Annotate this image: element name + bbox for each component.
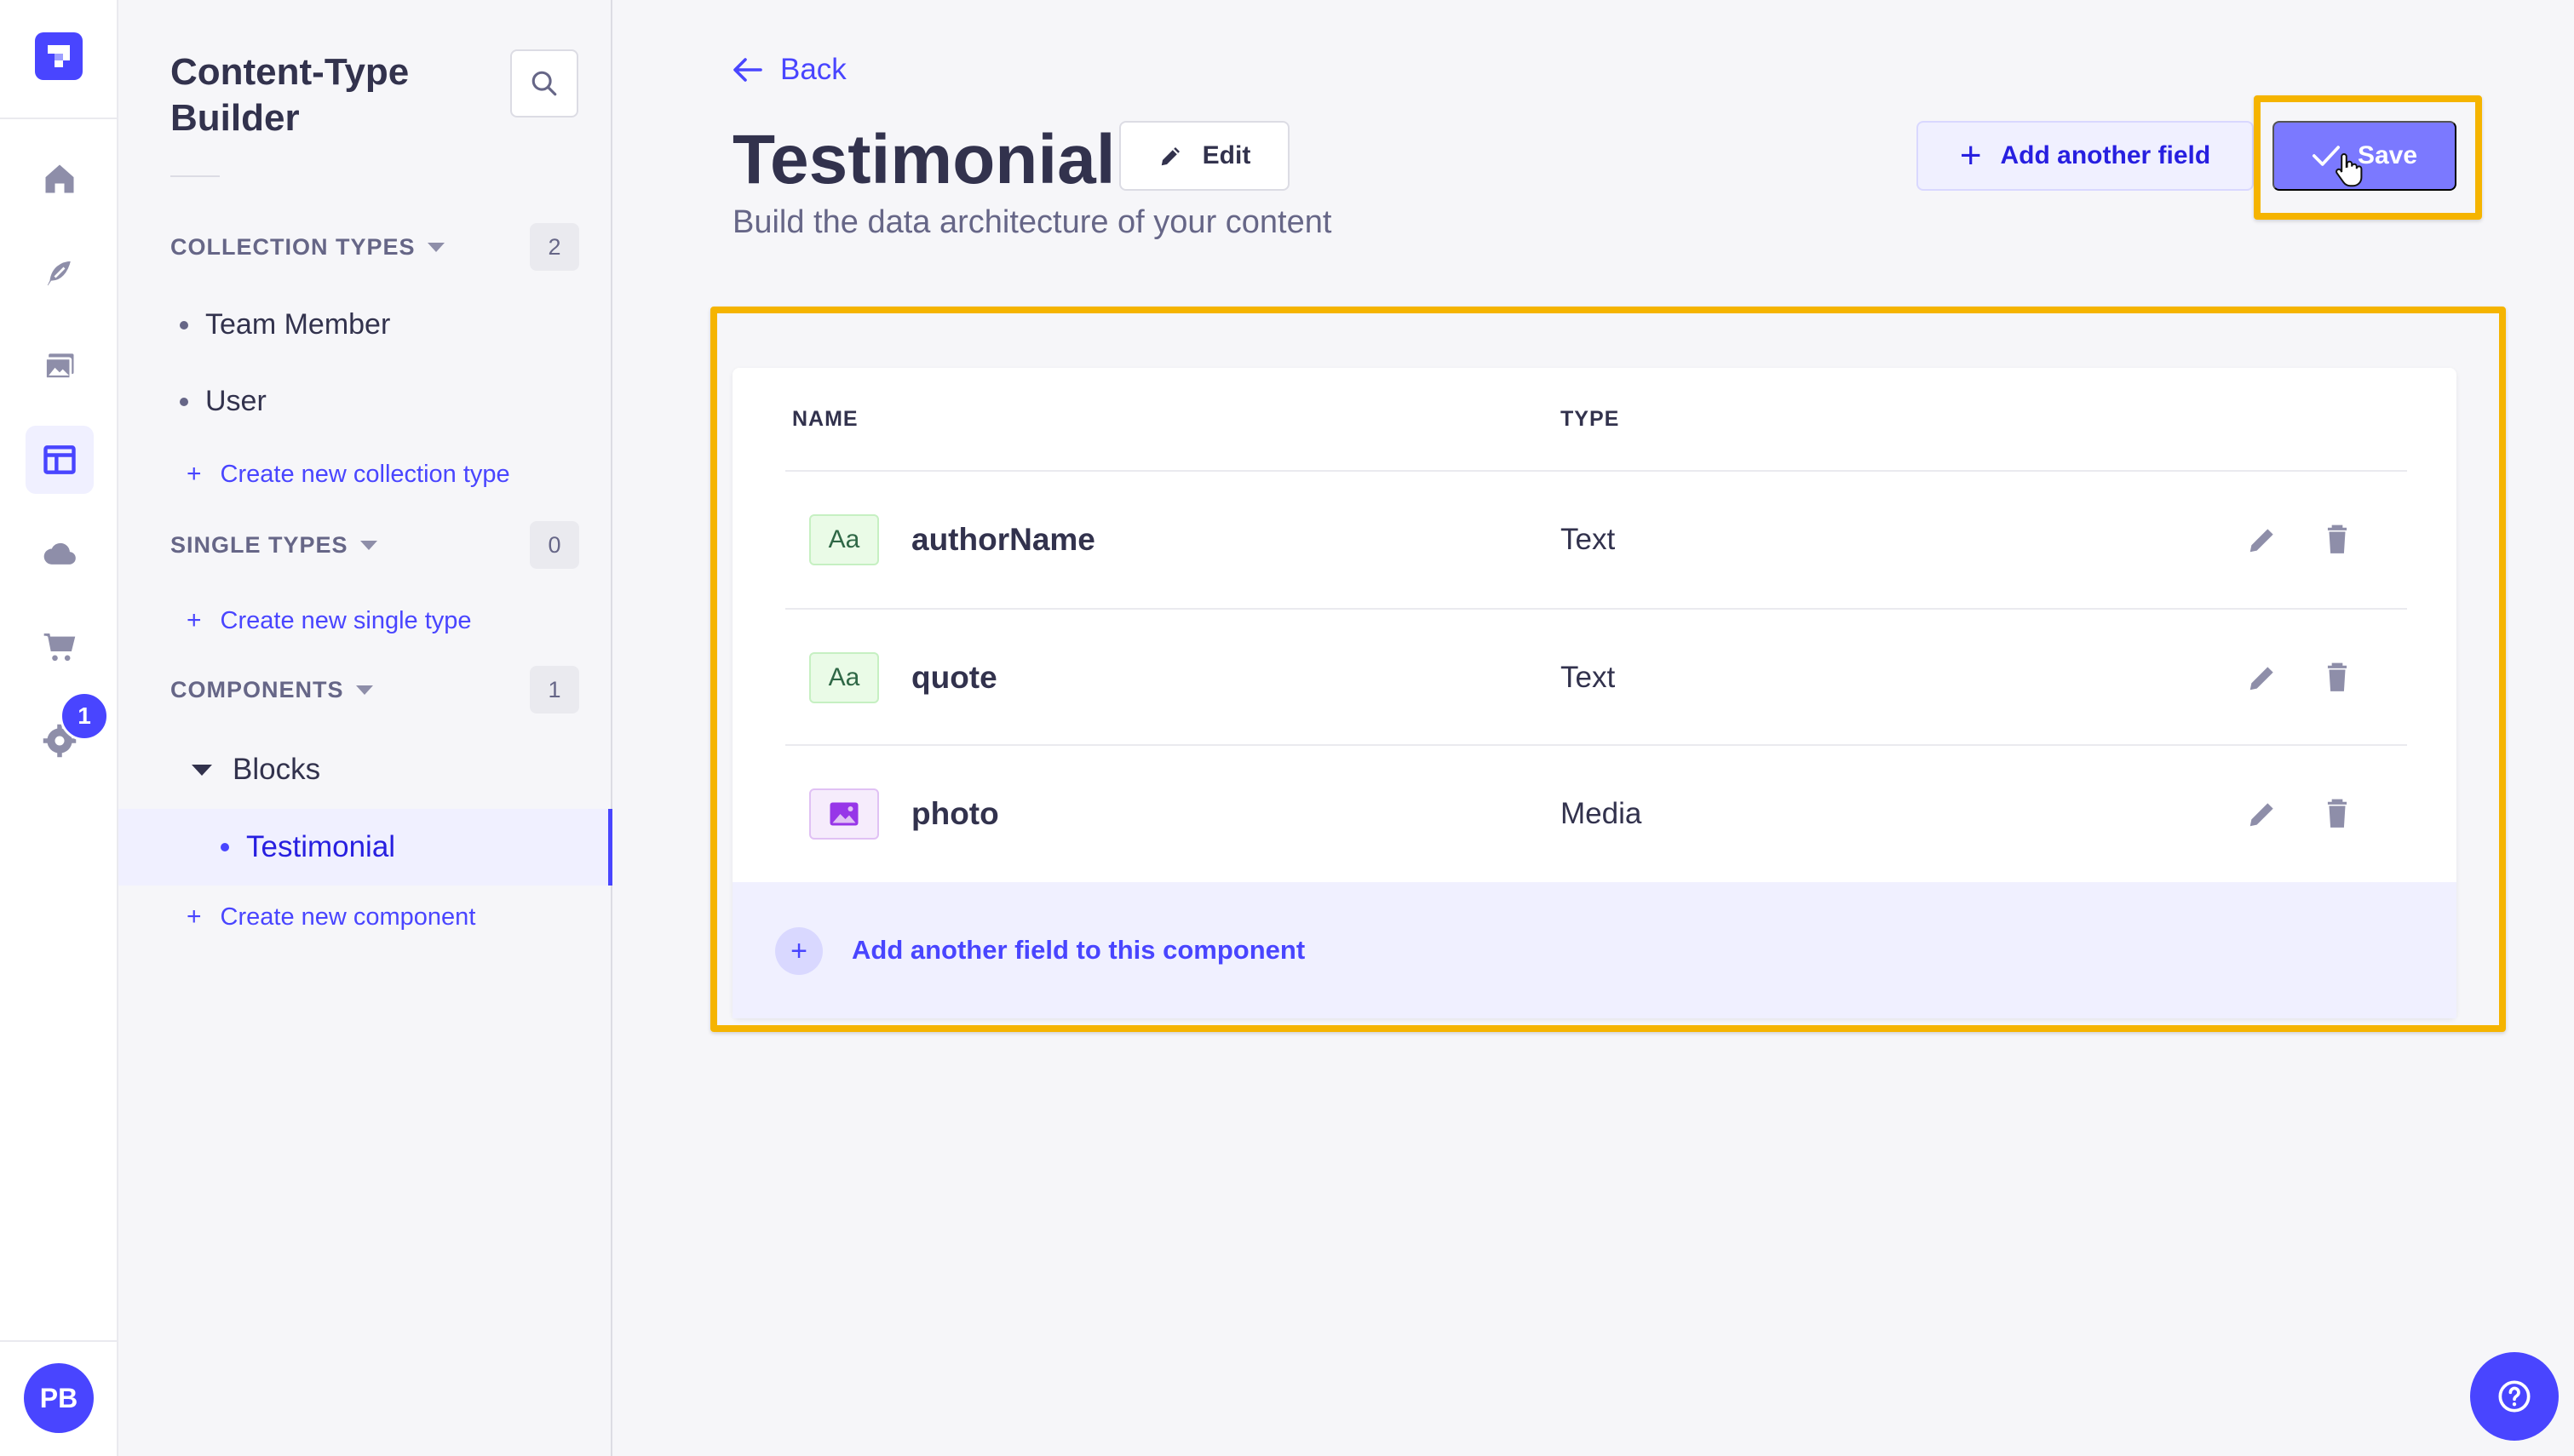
feather-icon[interactable] xyxy=(0,238,118,307)
question-icon xyxy=(2498,1380,2531,1413)
component-item-testimonial[interactable]: Testimonial xyxy=(118,809,612,886)
edit-field-pencil-icon[interactable] xyxy=(2242,794,2283,834)
arrow-left-icon xyxy=(733,58,762,82)
help-button[interactable] xyxy=(2470,1352,2559,1441)
cloud-icon[interactable] xyxy=(0,519,118,588)
count-badge: 1 xyxy=(530,666,579,714)
text-field-icon: Aa xyxy=(809,514,879,565)
add-field-label: Add another field xyxy=(2000,141,2211,169)
caret-down-icon xyxy=(427,242,445,252)
user-avatar[interactable]: PB xyxy=(24,1363,94,1433)
rail-divider xyxy=(0,1340,118,1342)
field-name: authorName xyxy=(911,522,1095,557)
collection-type-item[interactable]: User xyxy=(180,385,267,418)
media-field-icon xyxy=(809,788,879,840)
field-name: quote xyxy=(911,660,997,695)
collection-type-label: Team Member xyxy=(205,308,391,341)
create-single-type-link[interactable]: + Create new single type xyxy=(187,606,472,635)
delete-field-trash-icon[interactable] xyxy=(2317,519,2358,560)
search-icon xyxy=(531,71,557,96)
media-library-icon[interactable] xyxy=(0,332,118,400)
components-header[interactable]: COMPONENTS 1 xyxy=(170,666,579,714)
page-title: Testimonial xyxy=(733,121,1116,198)
edit-button[interactable]: Edit xyxy=(1119,121,1290,191)
single-types-header[interactable]: SINGLE TYPES 0 xyxy=(170,521,579,569)
content-type-builder-subnav: Content-Type Builder COLLECTION TYPES 2 … xyxy=(118,0,612,1456)
field-name: photo xyxy=(911,796,999,831)
caret-down-icon xyxy=(355,685,373,695)
field-type: Media xyxy=(1560,797,1642,830)
bullet-icon xyxy=(180,397,188,406)
create-component-label: Create new component xyxy=(220,903,476,931)
collection-type-label: User xyxy=(205,385,267,417)
add-another-field-button[interactable]: + Add another field xyxy=(1916,121,2254,191)
content-type-builder-icon[interactable] xyxy=(0,426,118,494)
back-label: Back xyxy=(780,53,847,86)
component-group-label: Blocks xyxy=(233,753,321,786)
bullet-icon xyxy=(221,843,229,851)
count-badge: 2 xyxy=(530,223,579,271)
hand-cursor-icon xyxy=(2336,152,2363,187)
strapi-logo-icon[interactable] xyxy=(35,32,83,80)
pencil-icon xyxy=(1161,147,1180,166)
subnav-divider xyxy=(170,175,220,177)
add-field-to-component-label: Add another field to this component xyxy=(852,935,1306,965)
create-collection-type-label: Create new collection type xyxy=(220,460,510,488)
table-row[interactable]: Aa quote Text xyxy=(733,610,2456,746)
section-label: COLLECTION TYPES xyxy=(170,233,416,260)
field-type: Text xyxy=(1560,523,1616,556)
notification-badge: 1 xyxy=(60,691,109,741)
bullet-icon xyxy=(180,320,188,330)
text-field-icon: Aa xyxy=(809,652,879,703)
table-row[interactable]: Aa authorName Text xyxy=(733,472,2456,608)
plus-icon: + xyxy=(187,460,202,488)
rail-divider xyxy=(0,118,118,119)
plus-circle-icon: + xyxy=(775,927,823,975)
component-item-label: Testimonial xyxy=(246,830,396,863)
count-badge: 0 xyxy=(530,521,579,569)
main-navigation-rail: 1 PB xyxy=(0,0,118,1456)
home-icon[interactable] xyxy=(0,145,118,213)
edit-label: Edit xyxy=(1202,141,1251,169)
column-header-type: TYPE xyxy=(1560,407,1620,431)
add-field-to-component-row[interactable]: + Add another field to this component xyxy=(733,882,2456,1018)
section-label: SINGLE TYPES xyxy=(170,531,348,558)
field-type: Text xyxy=(1560,661,1616,694)
create-component-link[interactable]: + Create new component xyxy=(187,903,475,931)
edit-field-pencil-icon[interactable] xyxy=(2242,657,2283,698)
back-link[interactable]: Back xyxy=(733,53,847,87)
save-button[interactable]: Save xyxy=(2272,121,2456,191)
save-label: Save xyxy=(2357,141,2418,169)
plus-icon: + xyxy=(187,903,202,931)
delete-field-trash-icon[interactable] xyxy=(2317,794,2358,834)
edit-field-pencil-icon[interactable] xyxy=(2242,519,2283,560)
section-label: COMPONENTS xyxy=(170,676,344,702)
collection-types-header[interactable]: COLLECTION TYPES 2 xyxy=(170,223,579,271)
cart-icon[interactable] xyxy=(0,613,118,681)
collection-type-item[interactable]: Team Member xyxy=(180,308,390,341)
search-button[interactable] xyxy=(510,49,578,118)
plus-icon: + xyxy=(1959,135,1982,176)
table-row[interactable]: photo Media xyxy=(733,746,2456,882)
page-subtitle: Build the data architecture of your cont… xyxy=(733,204,1332,240)
plus-icon: + xyxy=(187,606,202,634)
component-group-blocks[interactable]: Blocks xyxy=(192,753,320,787)
subnav-title: Content-Type Builder xyxy=(170,51,410,139)
create-collection-type-link[interactable]: + Create new collection type xyxy=(187,460,510,489)
caret-down-icon xyxy=(192,764,212,776)
caret-down-icon xyxy=(359,540,377,550)
delete-field-trash-icon[interactable] xyxy=(2317,657,2358,698)
create-single-type-label: Create new single type xyxy=(220,606,472,634)
column-header-name: NAME xyxy=(792,407,859,431)
